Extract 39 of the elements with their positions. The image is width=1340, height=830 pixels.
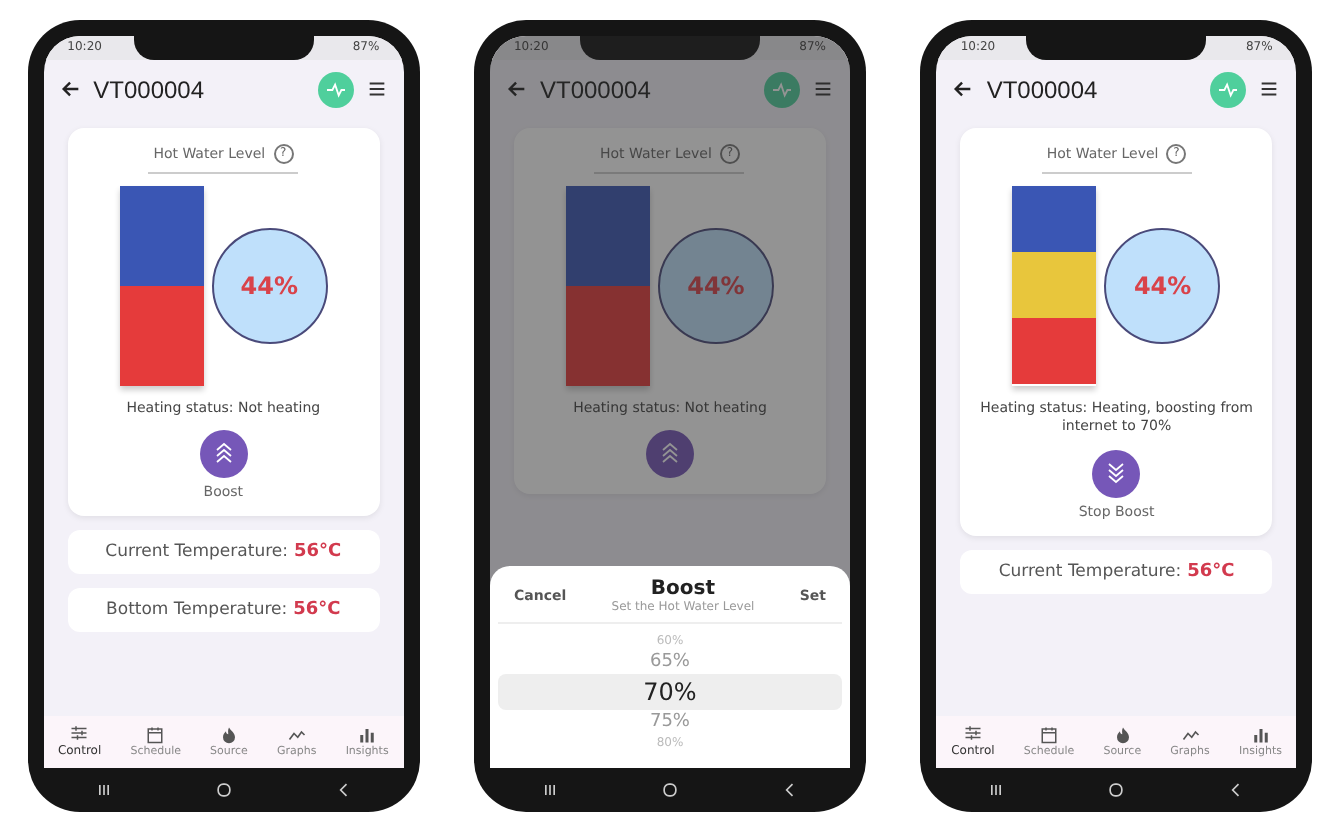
boost-button[interactable] bbox=[645, 430, 694, 479]
device-title: VT000004 bbox=[93, 75, 207, 103]
temperature-value: 56°C bbox=[294, 542, 342, 563]
picker-option[interactable]: 75% bbox=[497, 709, 842, 733]
sliders-icon bbox=[70, 724, 89, 742]
calendar-icon bbox=[1040, 725, 1058, 743]
boost-button[interactable] bbox=[199, 430, 248, 479]
temperature-label: Current Temperature: bbox=[105, 542, 288, 563]
level-percent: 44% bbox=[687, 271, 745, 299]
back-arrow-icon[interactable] bbox=[59, 78, 82, 100]
recent-apps-icon[interactable] bbox=[539, 779, 560, 799]
calendar-icon bbox=[146, 725, 165, 743]
temperature-value: 56°C bbox=[1187, 562, 1235, 583]
bar-chart-icon bbox=[1251, 725, 1270, 743]
temperature-value: 56°C bbox=[293, 600, 341, 621]
menu-icon[interactable] bbox=[365, 78, 388, 100]
back-arrow-icon[interactable] bbox=[952, 78, 975, 100]
bar-chart-icon bbox=[358, 725, 377, 743]
device-title: VT000004 bbox=[539, 75, 653, 103]
level-percent: 44% bbox=[240, 271, 299, 299]
home-icon[interactable] bbox=[659, 779, 680, 799]
picker-option[interactable]: 70% bbox=[497, 673, 842, 709]
flame-icon bbox=[1113, 725, 1132, 743]
flame-icon bbox=[219, 725, 238, 743]
line-chart-icon bbox=[1181, 725, 1200, 743]
line-chart-icon bbox=[287, 725, 306, 743]
boost-button[interactable] bbox=[1092, 450, 1141, 499]
sliders-icon bbox=[963, 724, 982, 742]
level-percent: 44% bbox=[1133, 271, 1192, 299]
temperature-label: Current Temperature: bbox=[998, 562, 1182, 583]
home-icon[interactable] bbox=[213, 779, 234, 799]
menu-icon[interactable] bbox=[1258, 78, 1281, 100]
recent-apps-icon[interactable] bbox=[986, 779, 1007, 799]
device-title: VT000004 bbox=[986, 75, 1100, 103]
picker-option[interactable]: 65% bbox=[497, 649, 842, 673]
home-icon[interactable] bbox=[1106, 779, 1127, 799]
temperature-label: Bottom Temperature: bbox=[106, 600, 288, 621]
recent-apps-icon[interactable] bbox=[93, 779, 114, 799]
sheet-title: Boost bbox=[650, 577, 716, 599]
